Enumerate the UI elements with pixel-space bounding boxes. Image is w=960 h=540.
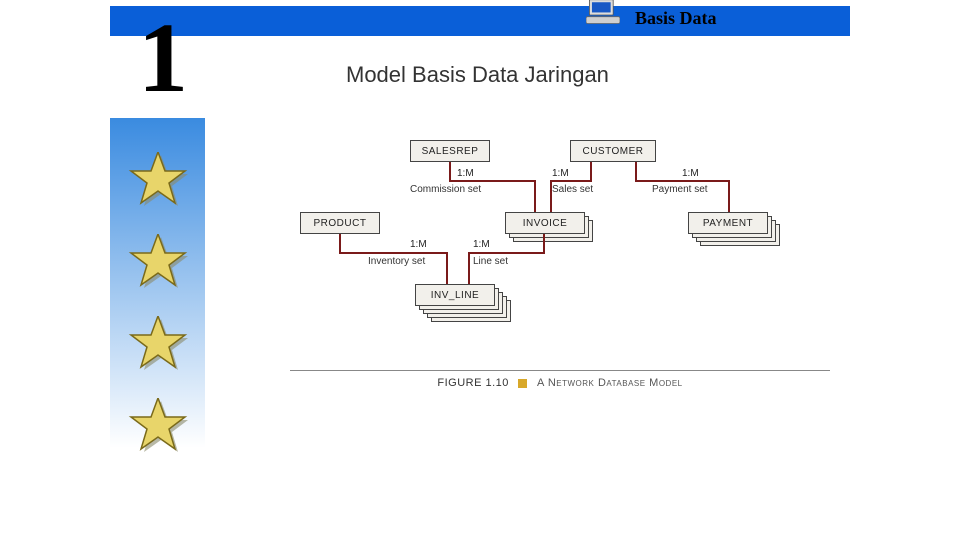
link-line: [635, 162, 637, 182]
link-line: [449, 162, 451, 182]
link-line: [728, 180, 730, 212]
link-line: [590, 162, 592, 182]
left-panel: [110, 118, 205, 448]
link-line: [449, 180, 536, 182]
slide: Basis Data 1 Model Basis Data Jaringan S…: [0, 0, 960, 540]
label-line: Line set: [473, 256, 508, 267]
figure-number: FIGURE 1.10: [437, 377, 509, 389]
computer-icon: [586, 0, 620, 26]
square-bullet-icon: [518, 379, 527, 388]
entity-payment: PAYMENT: [688, 212, 768, 234]
entity-invoice: INVOICE: [505, 212, 585, 234]
link-line: [468, 252, 470, 284]
ratio-inventory: 1:M: [410, 239, 427, 250]
ratio-payment: 1:M: [682, 168, 699, 179]
entity-customer: CUSTOMER: [570, 140, 656, 162]
figure-title: A Network Database Model: [537, 377, 683, 389]
link-line: [635, 180, 730, 182]
entity-product: PRODUCT: [300, 212, 380, 234]
entity-invline-stack: INV_LINE: [415, 284, 525, 326]
star-icon: [128, 152, 188, 212]
link-line: [534, 180, 536, 212]
link-line: [446, 252, 448, 284]
link-line: [339, 252, 448, 254]
network-db-diagram: SALESREP CUSTOMER 1:M Commission set 1:M…: [290, 140, 830, 410]
entity-invline: INV_LINE: [415, 284, 495, 306]
link-line: [550, 180, 592, 182]
label-sales: Sales set: [552, 184, 593, 195]
entity-salesrep: SALESREP: [410, 140, 490, 162]
slide-subtitle: Model Basis Data Jaringan: [346, 62, 609, 88]
figure-caption: FIGURE 1.10 A Network Database Model: [290, 370, 830, 410]
label-commission: Commission set: [410, 184, 481, 195]
link-line: [468, 252, 545, 254]
star-icon: [128, 234, 188, 294]
label-inventory: Inventory set: [368, 256, 425, 267]
ratio-commission: 1:M: [457, 168, 474, 179]
star-icon: [128, 398, 188, 458]
entity-invoice-stack: INVOICE: [505, 212, 597, 244]
slide-number: 1: [138, 10, 188, 105]
ratio-line: 1:M: [473, 239, 490, 250]
entity-payment-stack: PAYMENT: [688, 212, 788, 250]
star-icon: [128, 316, 188, 376]
ratio-sales: 1:M: [552, 168, 569, 179]
header-title: Basis Data: [635, 8, 717, 29]
link-line: [339, 234, 341, 254]
label-payment: Payment set: [652, 184, 708, 195]
header-bar: [110, 6, 850, 36]
link-line: [543, 234, 545, 254]
